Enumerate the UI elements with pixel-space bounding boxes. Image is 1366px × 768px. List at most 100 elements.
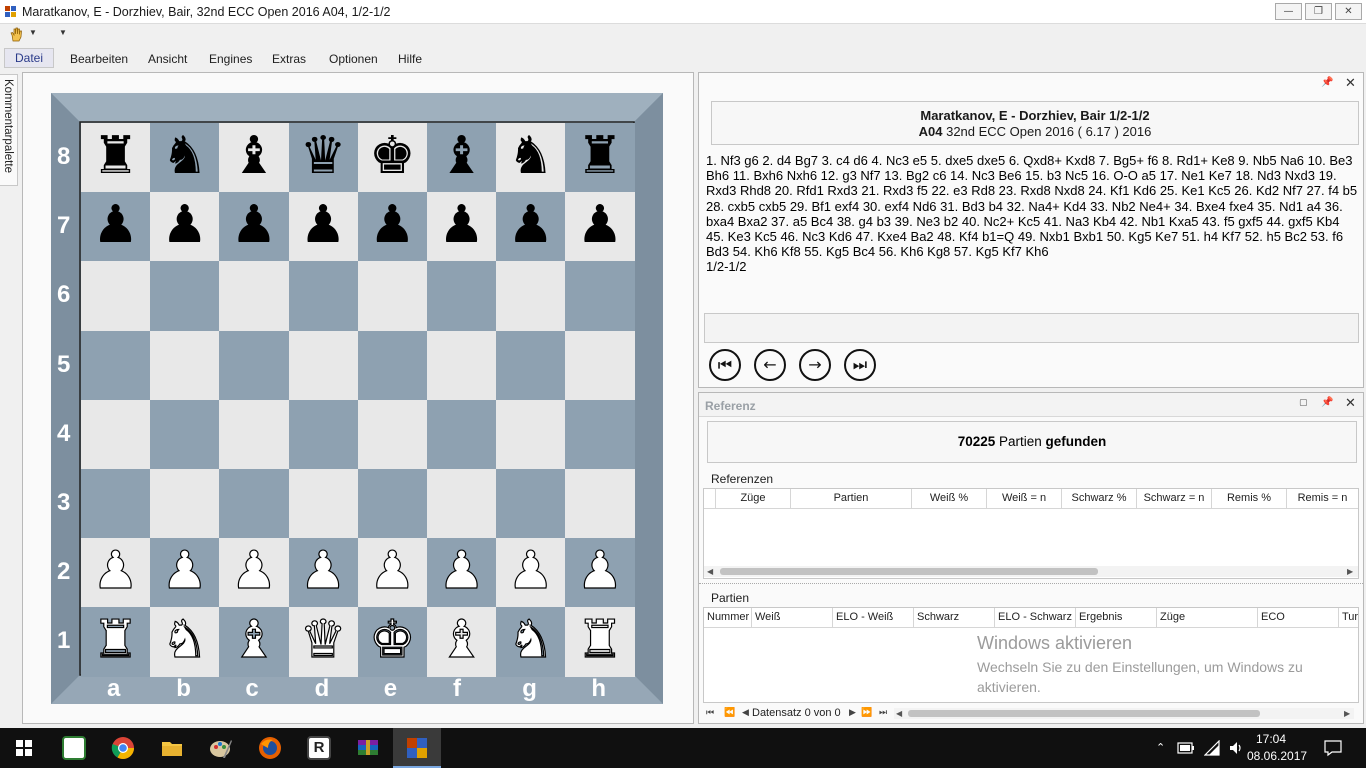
menu-hilfe[interactable]: Hilfe: [398, 52, 422, 66]
white-bishop-icon[interactable]: ♝: [219, 607, 288, 676]
square-f3[interactable]: [427, 469, 497, 539]
square-g3[interactable]: [496, 469, 567, 539]
taskbar-archive[interactable]: [344, 728, 392, 768]
next-page-icon[interactable]: ⏩: [861, 707, 872, 718]
black-pawn-icon[interactable]: ♟: [427, 192, 496, 261]
close-icon[interactable]: ✕: [1345, 76, 1356, 91]
references-hscroll[interactable]: ◀ ▶: [704, 566, 1358, 577]
notifications-icon[interactable]: [1324, 739, 1342, 757]
white-pawn-icon[interactable]: ♟: [358, 538, 427, 607]
games-hscroll-thumb[interactable]: [908, 710, 1260, 717]
white-rook-icon[interactable]: ♜: [565, 607, 634, 676]
next-record-icon[interactable]: ▶: [849, 707, 856, 718]
col-schwarz-n[interactable]: Schwarz = n: [1137, 489, 1212, 509]
square-b6[interactable]: [150, 261, 221, 332]
references-hscroll-thumb[interactable]: [720, 568, 1098, 575]
close-icon[interactable]: ✕: [1345, 396, 1356, 411]
clock-date[interactable]: 08.06.2017: [1247, 749, 1307, 763]
square-c4[interactable]: [219, 399, 290, 470]
prev-page-icon[interactable]: ⏪: [724, 707, 735, 718]
square-e3[interactable]: [357, 469, 428, 539]
prev-record-icon[interactable]: ◀: [742, 707, 749, 718]
black-knight-icon[interactable]: ♞: [150, 123, 219, 192]
col-remis-pct[interactable]: Remis %: [1212, 489, 1287, 509]
clock-time[interactable]: 17:04: [1251, 732, 1291, 746]
square-e5[interactable]: [357, 330, 428, 401]
pin-icon[interactable]: 📌: [1321, 397, 1333, 408]
col-weiss-n[interactable]: Weiß = n: [987, 489, 1062, 509]
splitter[interactable]: [699, 583, 1363, 587]
black-king-icon[interactable]: ♚: [358, 123, 427, 192]
square-f4[interactable]: [427, 399, 497, 470]
black-pawn-icon[interactable]: ♟: [81, 192, 150, 261]
last-move-button[interactable]: ⏭: [844, 349, 876, 381]
start-button[interactable]: [0, 728, 48, 768]
square-a5[interactable]: [81, 330, 151, 401]
last-record-icon[interactable]: ⏭: [879, 707, 887, 718]
white-pawn-icon[interactable]: ♟: [289, 538, 358, 607]
square-a4[interactable]: [81, 399, 151, 470]
white-king-icon[interactable]: ♚: [358, 607, 427, 676]
battery-icon[interactable]: [1177, 742, 1195, 754]
square-c5[interactable]: [219, 330, 290, 401]
black-knight-icon[interactable]: ♞: [496, 123, 565, 192]
square-d4[interactable]: [288, 399, 359, 470]
white-queen-icon[interactable]: ♛: [289, 607, 358, 676]
black-bishop-icon[interactable]: ♝: [219, 123, 288, 192]
white-pawn-icon[interactable]: ♟: [150, 538, 219, 607]
taskbar-explorer[interactable]: [148, 728, 196, 768]
col-elo-weiss[interactable]: ELO - Weiß: [833, 608, 914, 628]
taskbar-paint[interactable]: [197, 728, 245, 768]
menu-engines[interactable]: Engines: [209, 52, 252, 66]
square-d5[interactable]: [288, 330, 359, 401]
white-bishop-icon[interactable]: ♝: [427, 607, 496, 676]
white-pawn-icon[interactable]: ♟: [496, 538, 565, 607]
col-eco[interactable]: ECO: [1258, 608, 1339, 628]
square-g5[interactable]: [496, 330, 567, 401]
maximize-icon[interactable]: ▢: [1299, 398, 1308, 408]
square-d6[interactable]: [288, 261, 359, 332]
square-a3[interactable]: [81, 469, 151, 539]
taskbar-chrome[interactable]: [99, 728, 147, 768]
menu-extras[interactable]: Extras: [272, 52, 306, 66]
scroll-right-icon[interactable]: ▶: [1347, 566, 1353, 577]
square-b4[interactable]: [150, 399, 221, 470]
black-rook-icon[interactable]: ♜: [81, 123, 150, 192]
pin-icon[interactable]: 📌: [1321, 77, 1333, 88]
square-h5[interactable]: [565, 330, 636, 401]
square-b5[interactable]: [150, 330, 221, 401]
taskbar-firefox[interactable]: [246, 728, 294, 768]
square-f6[interactable]: [427, 261, 497, 332]
square-h6[interactable]: [565, 261, 636, 332]
col-partien[interactable]: Partien: [791, 489, 912, 509]
col-weiss[interactable]: Weiß: [752, 608, 833, 628]
square-c6[interactable]: [219, 261, 290, 332]
scroll-left-icon[interactable]: ◀: [707, 566, 713, 577]
volume-icon[interactable]: [1228, 740, 1244, 756]
white-pawn-icon[interactable]: ♟: [565, 538, 634, 607]
tray-chevron-icon[interactable]: ⌃: [1156, 741, 1165, 754]
square-e4[interactable]: [357, 399, 428, 470]
scroll-right-icon[interactable]: ▶: [1344, 708, 1350, 719]
references-grid[interactable]: Züge Partien Weiß % Weiß = n Schwarz % S…: [703, 488, 1359, 579]
black-bishop-icon[interactable]: ♝: [427, 123, 496, 192]
first-record-icon[interactable]: ⏮: [706, 707, 714, 718]
taskbar-chess-app[interactable]: [393, 728, 441, 768]
kommentar-palette-tab[interactable]: Kommentarpalette: [0, 74, 18, 186]
black-pawn-icon[interactable]: ♟: [289, 192, 358, 261]
scroll-left-icon[interactable]: ◀: [896, 708, 902, 719]
square-h4[interactable]: [565, 399, 636, 470]
white-rook-icon[interactable]: ♜: [81, 607, 150, 676]
black-pawn-icon[interactable]: ♟: [496, 192, 565, 261]
square-c3[interactable]: [219, 469, 290, 539]
col-turnier[interactable]: Tur: [1339, 608, 1358, 628]
white-pawn-icon[interactable]: ♟: [81, 538, 150, 607]
col-elo-schwarz[interactable]: ELO - Schwarz: [995, 608, 1076, 628]
white-pawn-icon[interactable]: ♟: [427, 538, 496, 607]
toolbar-overflow-icon[interactable]: ▼: [59, 28, 67, 37]
col-schwarz-pct[interactable]: Schwarz %: [1062, 489, 1137, 509]
black-rook-icon[interactable]: ♜: [565, 123, 634, 192]
white-knight-icon[interactable]: ♞: [150, 607, 219, 676]
col-nummer[interactable]: Nummer: [704, 608, 752, 628]
menu-bearbeiten[interactable]: Bearbeiten: [70, 52, 128, 66]
